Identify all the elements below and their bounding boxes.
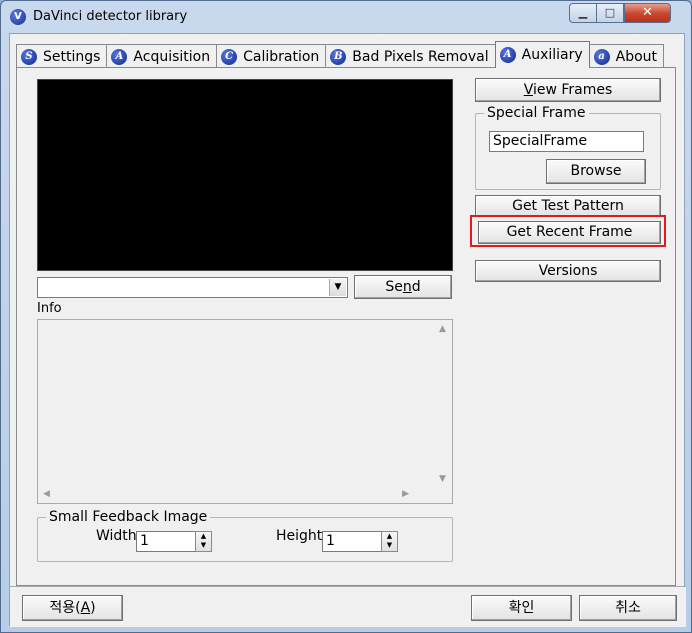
width-label: Width xyxy=(96,528,137,544)
scroll-right-icon[interactable]: ▶ xyxy=(402,489,409,499)
small-feedback-image-group: Small Feedback Image Width 1 ▲ ▼ Height … xyxy=(37,509,453,562)
browse-button[interactable]: Browse xyxy=(546,159,646,184)
apply-accelerator: A xyxy=(80,600,91,616)
special-frame-input[interactable]: SpecialFrame xyxy=(489,131,644,152)
special-frame-group: Special Frame SpecialFrame Browse xyxy=(475,105,661,190)
dialog-client-area: S Settings A Acquisition C Calibration B… xyxy=(9,33,686,627)
tab-label: About xyxy=(615,48,658,65)
tab-label: Auxiliary xyxy=(521,47,583,63)
width-field[interactable]: 1 xyxy=(136,531,196,552)
width-spinner[interactable]: ▲ ▼ xyxy=(195,531,212,552)
calibration-tab-icon: C xyxy=(221,48,238,65)
app-window: V DaVinci detector library ▁ □ ✕ S Setti… xyxy=(0,0,692,633)
acquisition-tab-icon: A xyxy=(111,48,128,65)
tab-calibration[interactable]: C Calibration xyxy=(216,44,327,68)
apply-button[interactable]: 적용(A) xyxy=(22,595,123,621)
tab-strip: S Settings A Acquisition C Calibration B… xyxy=(16,41,665,68)
height-spinner[interactable]: ▲ ▼ xyxy=(381,531,398,552)
dropdown-arrow-icon[interactable]: ▼ xyxy=(329,279,346,296)
tab-label: Bad Pixels Removal xyxy=(352,48,489,65)
command-combobox[interactable]: ▼ xyxy=(37,277,348,298)
height-field[interactable]: 1 xyxy=(322,531,382,552)
tab-about[interactable]: a About xyxy=(588,44,665,68)
about-tab-icon: a xyxy=(593,48,610,65)
highlight-box xyxy=(470,215,666,247)
view-frames-button[interactable]: View Frames xyxy=(475,78,661,102)
info-textarea[interactable]: ▲ ▼ ◀ ▶ xyxy=(37,319,453,504)
settings-tab-icon: S xyxy=(21,48,37,65)
send-label-part: d xyxy=(411,279,421,295)
info-label: Info xyxy=(37,301,62,316)
send-button[interactable]: Send xyxy=(354,275,452,299)
send-label-part: Se xyxy=(385,279,403,295)
tab-label: Acquisition xyxy=(133,48,211,65)
spin-up-icon[interactable]: ▲ xyxy=(382,532,397,541)
spin-down-icon[interactable]: ▼ xyxy=(196,541,211,550)
get-test-pattern-button[interactable]: Get Test Pattern xyxy=(475,195,661,217)
tab-label: Calibration xyxy=(243,48,320,65)
info-vertical-scrollbar[interactable]: ▲ ▼ xyxy=(435,320,452,488)
scroll-up-icon[interactable]: ▲ xyxy=(439,324,446,334)
auxiliary-panel: ▼ Send Info ▲ ▼ ◀ ▶ Small Feedback Image… xyxy=(16,67,676,586)
spin-up-icon[interactable]: ▲ xyxy=(196,532,211,541)
scroll-down-icon[interactable]: ▼ xyxy=(439,474,446,484)
title-bar[interactable]: V DaVinci detector library ▁ □ ✕ xyxy=(1,1,691,33)
cancel-button[interactable]: 취소 xyxy=(579,595,677,621)
close-button[interactable]: ✕ xyxy=(624,3,671,23)
tab-settings[interactable]: S Settings xyxy=(16,44,108,68)
app-logo-icon: V xyxy=(10,9,26,25)
dialog-button-bar: 적용(A) 확인 취소 xyxy=(10,586,686,627)
frame-preview xyxy=(37,79,453,271)
spin-down-icon[interactable]: ▼ xyxy=(382,541,397,550)
view-frames-label: iew Frames xyxy=(532,82,613,98)
info-horizontal-scrollbar[interactable]: ◀ ▶ xyxy=(38,486,436,503)
tab-label: Settings xyxy=(43,48,101,65)
send-accelerator: n xyxy=(402,279,412,295)
scroll-left-icon[interactable]: ◀ xyxy=(43,489,50,499)
group-title: Special Frame xyxy=(484,105,589,121)
ok-button[interactable]: 확인 xyxy=(471,595,572,621)
tab-bad-pixels-removal[interactable]: B Bad Pixels Removal xyxy=(325,44,496,68)
bad-pixels-tab-icon: B xyxy=(330,48,347,65)
apply-label-part: ) xyxy=(90,600,96,616)
tab-acquisition[interactable]: A Acquisition xyxy=(106,44,218,68)
maximize-button[interactable]: □ xyxy=(597,3,624,23)
view-frames-accelerator: V xyxy=(523,82,533,98)
versions-button[interactable]: Versions xyxy=(475,260,661,282)
auxiliary-tab-icon: A xyxy=(499,47,516,63)
group-title: Small Feedback Image xyxy=(46,509,211,525)
tab-auxiliary[interactable]: A Auxiliary xyxy=(494,41,590,68)
minimize-button[interactable]: ▁ xyxy=(569,3,597,23)
apply-label-part: 적용( xyxy=(49,600,81,616)
window-title: DaVinci detector library xyxy=(33,9,188,24)
height-label: Height xyxy=(276,528,323,544)
